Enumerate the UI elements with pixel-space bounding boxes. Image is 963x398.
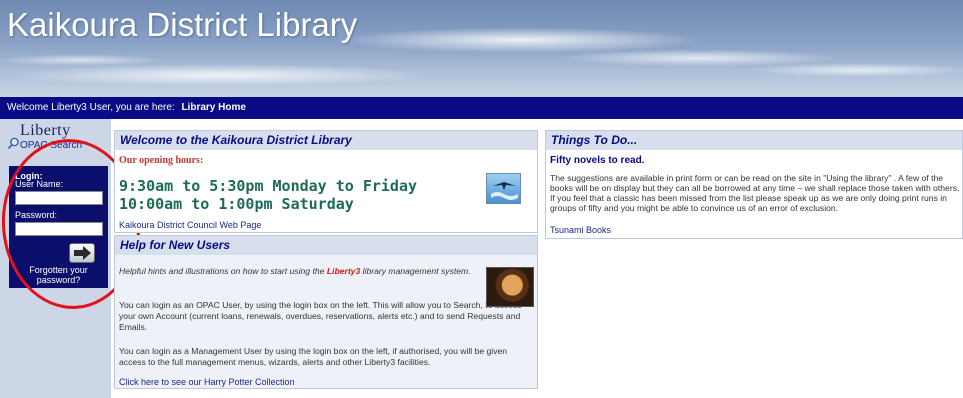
liberty3-brand: Liberty3 (326, 266, 361, 276)
site-banner: Kaikoura District Library (0, 0, 963, 97)
hours-weekday: 9:30am to 5:30pm Monday to Friday (119, 177, 418, 195)
welcome-text: Welcome Liberty3 User, you are here: (7, 102, 175, 113)
help-intro: Helpful hints and illustrations on how t… (119, 266, 479, 277)
liberty-logo: Liberty (20, 122, 71, 139)
welcome-panel: Welcome to the Kaikoura District Library… (114, 130, 538, 233)
search-icon (7, 137, 19, 150)
help-intro-text-end: library management system. (360, 266, 471, 276)
breadcrumb-library-home[interactable]: Library Home (181, 102, 245, 113)
harry-potter-image[interactable] (486, 267, 534, 307)
tsunami-books-link[interactable]: Tsunami Books (550, 225, 611, 235)
things-body: The suggestions are available in print f… (550, 173, 960, 213)
harry-potter-collection-link[interactable]: Click here to see our Harry Potter Colle… (119, 377, 295, 387)
welcome-panel-title: Welcome to the Kaikoura District Library (115, 131, 537, 150)
help-management-paragraph: You can login as a Management User by us… (119, 346, 508, 367)
help-panel-title: Help for New Users (115, 236, 537, 255)
help-opac-paragraph: You can login as an OPAC User, by using … (119, 300, 522, 332)
hours-saturday: 10:00am to 1:00pm Saturday (119, 195, 354, 213)
help-intro-text: Helpful hints and illustrations on how t… (119, 266, 327, 276)
things-to-do-panel: Things To Do... Fifty novels to read. Th… (545, 130, 963, 239)
help-panel: Help for New Users Helpful hints and ill… (114, 235, 538, 389)
things-panel-title: Things To Do... (546, 131, 962, 150)
opening-hours-label: Our opening hours: (119, 155, 204, 166)
bird-logo-icon (491, 182, 518, 200)
banner-title: Kaikoura District Library (7, 6, 358, 43)
council-web-page-link[interactable]: Kaikoura District Council Web Page (119, 220, 261, 230)
things-subtitle: Fifty novels to read. (550, 155, 645, 166)
nav-bar: Welcome Liberty3 User, you are here: Lib… (0, 97, 963, 119)
council-logo-image[interactable] (486, 173, 521, 204)
